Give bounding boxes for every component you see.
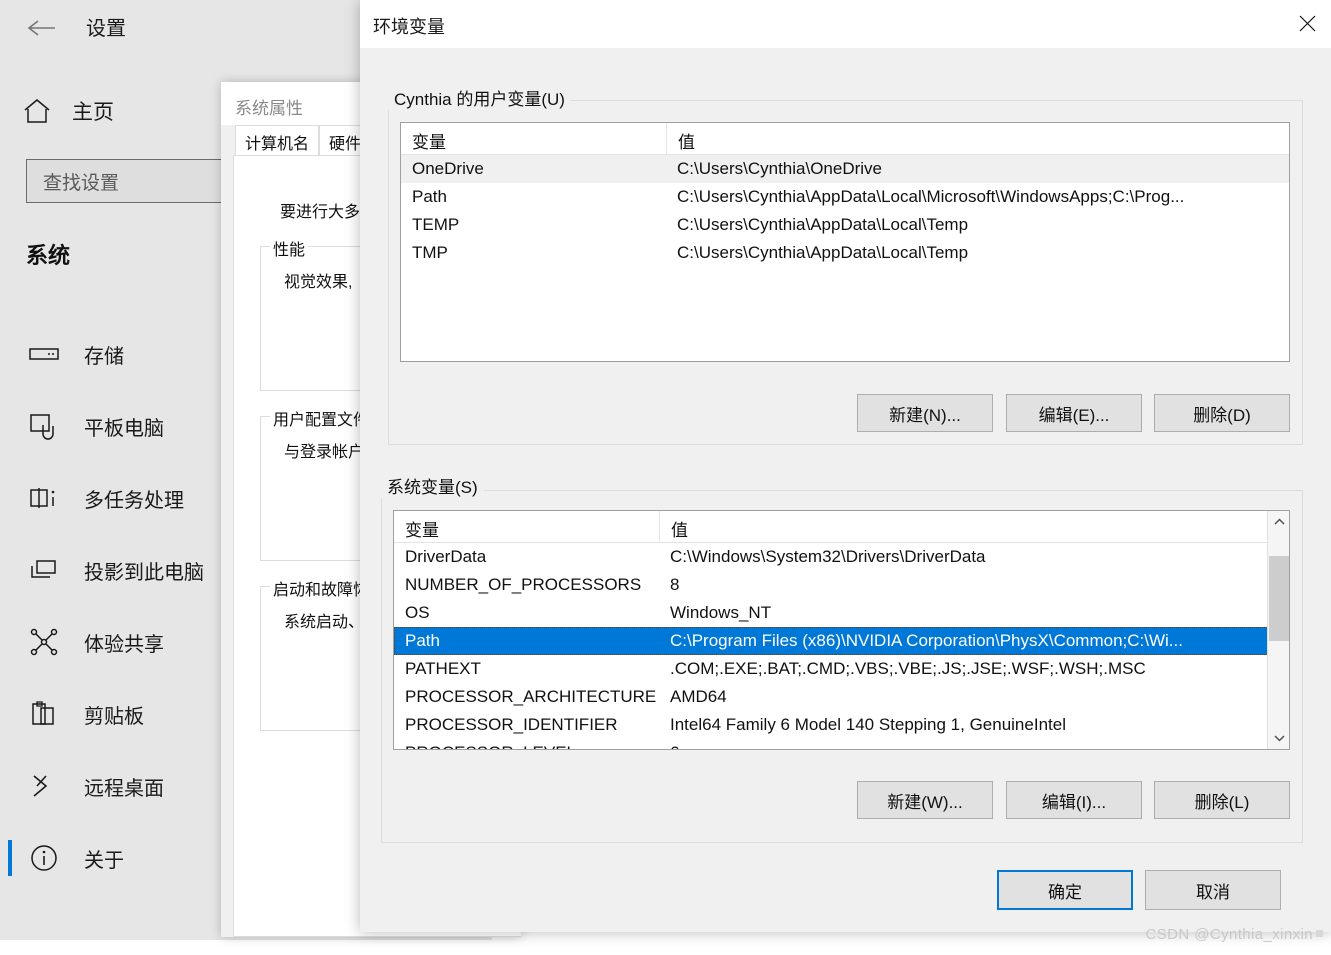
- system-variable-value: C:\Program Files (x86)\NVIDIA Corporatio…: [670, 631, 1183, 650]
- system-variables-scrollbar[interactable]: [1267, 511, 1289, 749]
- shared-experiences-icon: [22, 625, 66, 659]
- tab-computer-name[interactable]: 计算机名: [235, 125, 319, 155]
- system-variable-name: NUMBER_OF_PROCESSORS: [405, 575, 642, 594]
- system-variables-header-row: 变量 值: [394, 511, 1289, 543]
- system-variables-listview[interactable]: 变量 值 DriverData C:\Windows\System32\Driv…: [393, 510, 1290, 750]
- system-variable-value: .COM;.EXE;.BAT;.CMD;.VBS;.VBE;.JS;.JSE;.…: [670, 659, 1146, 678]
- table-row[interactable]: NUMBER_OF_PROCESSORS 8: [394, 571, 1289, 599]
- sidebar-item-about-label: 关于: [84, 849, 124, 872]
- system-variable-name: DriverData: [405, 547, 487, 566]
- system-variable-value: Windows_NT: [670, 603, 772, 622]
- tablet-icon: [22, 409, 66, 443]
- user-variable-name: OneDrive: [412, 159, 484, 178]
- user-delete-button[interactable]: 删除(D): [1154, 394, 1290, 432]
- watermark: CSDN @Cynthia_xinxin: [1146, 926, 1323, 943]
- sidebar-item-remote-desktop-label: 远程桌面: [84, 777, 164, 800]
- performance-group-legend: 性能: [270, 236, 309, 260]
- user-variable-value: C:\Users\Cynthia\AppData\Local\Temp: [677, 215, 969, 234]
- chevron-up-icon[interactable]: [1268, 511, 1289, 533]
- sidebar-item-multitasking-label: 多任务处理: [84, 489, 184, 512]
- table-row[interactable]: PROCESSOR_ARCHITECTURE AMD64: [394, 683, 1289, 711]
- close-icon[interactable]: [1284, 0, 1331, 46]
- table-row[interactable]: DriverData C:\Windows\System32\Drivers\D…: [394, 543, 1289, 571]
- user-new-button[interactable]: 新建(N)...: [857, 394, 993, 432]
- env-titlebar: 环境变量: [360, 0, 1331, 48]
- table-row[interactable]: PATHEXT .COM;.EXE;.BAT;.CMD;.VBS;.VBE;.J…: [394, 655, 1289, 683]
- table-row[interactable]: Path C:\Program Files (x86)\NVIDIA Corpo…: [394, 627, 1289, 655]
- user-variables-listview[interactable]: 变量 值 OneDrive C:\Users\Cynthia\OneDrive …: [400, 122, 1290, 362]
- user-profiles-group-text: 与登录帐户: [284, 444, 365, 461]
- table-row[interactable]: PROCESSOR_IDENTIFIER Intel64 Family 6 Mo…: [394, 711, 1289, 739]
- startup-recovery-group-text: 系统启动、: [284, 614, 365, 631]
- system-variables-col-value[interactable]: 值: [659, 511, 1267, 543]
- sidebar-item-clipboard-label: 剪贴板: [84, 705, 144, 728]
- scrollbar-thumb[interactable]: [1269, 556, 1289, 641]
- system-variables-group-legend: 系统变量(S): [381, 473, 484, 498]
- user-variables-header-row: 变量 值: [401, 123, 1289, 155]
- user-variables-group-legend: Cynthia 的用户变量(U): [388, 85, 571, 110]
- back-arrow-icon[interactable]: [22, 9, 60, 47]
- sidebar-item-projecting-label: 投影到此电脑: [84, 561, 204, 584]
- chevron-down-icon[interactable]: [1268, 727, 1289, 749]
- system-variable-value: 6: [659, 743, 679, 749]
- table-row[interactable]: TMP C:\Users\Cynthia\AppData\Local\Temp: [401, 239, 1289, 267]
- system-variable-value: AMD64: [670, 687, 727, 706]
- multitasking-icon: [22, 481, 66, 515]
- system-edit-button[interactable]: 编辑(I)...: [1006, 781, 1142, 819]
- cancel-button[interactable]: 取消: [1145, 870, 1281, 910]
- user-profiles-group-legend: 用户配置文件: [270, 406, 373, 430]
- startup-recovery-group-legend: 启动和故障恢: [270, 576, 373, 600]
- user-variable-name: TEMP: [412, 215, 460, 234]
- user-variable-name: Path: [412, 187, 447, 206]
- system-variable-value: 8: [670, 575, 680, 594]
- user-edit-button[interactable]: 编辑(E)...: [1006, 394, 1142, 432]
- performance-group-text: 视觉效果,: [284, 274, 353, 291]
- system-variable-value: Intel64 Family 6 Model 140 Stepping 1, G…: [670, 715, 1066, 734]
- watermark-text: CSDN @Cynthia_xinxin: [1145, 926, 1313, 943]
- sidebar-item-home-label: 主页: [72, 101, 114, 124]
- table-row[interactable]: Path C:\Users\Cynthia\AppData\Local\Micr…: [401, 183, 1289, 211]
- remote-desktop-icon: [22, 769, 66, 803]
- sidebar-item-storage-label: 存储: [84, 345, 124, 368]
- user-variable-value: C:\Users\Cynthia\AppData\Local\Microsoft…: [677, 187, 1185, 206]
- info-icon: [22, 841, 66, 875]
- home-icon: [20, 96, 54, 126]
- projecting-icon: [22, 553, 66, 587]
- user-variables-col-value[interactable]: 值: [666, 123, 1289, 155]
- environment-variables-dialog: 环境变量 Cynthia 的用户变量(U) 变量 值 OneDrive C:\U…: [360, 0, 1331, 932]
- system-variable-value: C:\Windows\System32\Drivers\DriverData: [670, 547, 986, 566]
- system-properties-title: 系统属性: [235, 99, 303, 118]
- system-variable-name: PROCESSOR_LEVEL: [394, 743, 659, 749]
- system-delete-button[interactable]: 删除(L): [1154, 781, 1290, 819]
- user-variables-col-name[interactable]: 变量: [401, 123, 666, 155]
- user-variable-value: C:\Users\Cynthia\AppData\Local\Temp: [677, 243, 969, 262]
- storage-icon: [22, 337, 66, 371]
- table-row[interactable]: OS Windows_NT: [394, 599, 1289, 627]
- system-new-button[interactable]: 新建(W)...: [857, 781, 993, 819]
- watermark-mark-icon: [1316, 930, 1323, 937]
- user-variable-name: TMP: [412, 243, 448, 262]
- system-variable-name: OS: [405, 603, 430, 622]
- user-variable-value: C:\Users\Cynthia\OneDrive: [677, 159, 883, 178]
- system-variable-name: Path: [405, 631, 440, 650]
- env-dialog-title: 环境变量: [373, 17, 445, 37]
- table-row[interactable]: OneDrive C:\Users\Cynthia\OneDrive: [401, 155, 1289, 183]
- table-row[interactable]: TEMP C:\Users\Cynthia\AppData\Local\Temp: [401, 211, 1289, 239]
- sidebar-item-tablet-label: 平板电脑: [84, 417, 164, 440]
- ok-button[interactable]: 确定: [997, 870, 1133, 910]
- table-row[interactable]: PROCESSOR_LEVEL 6: [394, 739, 1289, 749]
- sidebar-item-shared-experiences-label: 体验共享: [84, 633, 164, 656]
- settings-title: 设置: [86, 18, 126, 40]
- system-variable-name: PROCESSOR_ARCHITECTURE: [405, 687, 657, 706]
- screen-root: 设置 主页 查找设置 系统 存储 平板电脑 多任务处理 投影到此电脑 体验共享 …: [0, 0, 1331, 955]
- system-variables-col-name[interactable]: 变量: [394, 511, 659, 543]
- system-variable-name: PROCESSOR_IDENTIFIER: [405, 715, 618, 734]
- settings-section-heading: 系统: [26, 243, 71, 268]
- search-placeholder: 查找设置: [43, 172, 120, 194]
- clipboard-icon: [22, 697, 66, 731]
- system-variable-name: PATHEXT: [405, 659, 481, 678]
